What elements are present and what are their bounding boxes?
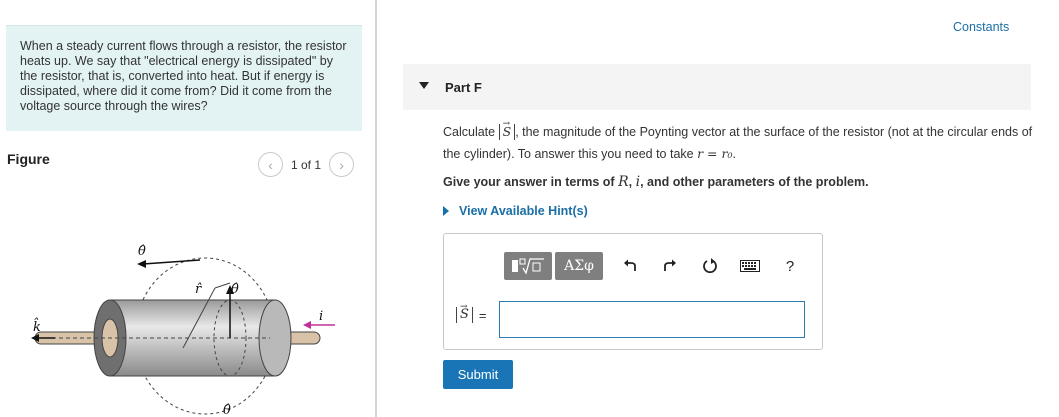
- view-hints-link[interactable]: View Available Hint(s): [443, 204, 588, 218]
- answer-instruction: Give your answer in terms of R, i, and o…: [443, 174, 869, 190]
- label-k-hat: k̂: [33, 317, 41, 335]
- chevron-left-icon: ‹: [268, 156, 273, 173]
- submit-button[interactable]: Submit: [443, 360, 513, 389]
- label-theta-mid: θ̂: [231, 282, 239, 297]
- vector-arrow-icon: →: [502, 119, 511, 129]
- reset-icon: [703, 258, 717, 274]
- answer-symbol: → S: [456, 302, 473, 323]
- intro-text-box: When a steady current flows through a re…: [6, 25, 362, 131]
- answer-input[interactable]: [499, 301, 805, 338]
- label-theta-top: θ̂: [138, 244, 146, 259]
- part-title: Part F: [445, 80, 482, 95]
- keyboard-button[interactable]: [737, 252, 763, 280]
- poynting-magnitude-symbol: → S: [498, 119, 516, 140]
- vector-arrow-icon: →: [460, 302, 468, 312]
- resistor-figure: θ̂ r̂ θ̂ k̂ i θ̂: [31, 244, 335, 417]
- greek-symbols-button[interactable]: ΑΣφ: [555, 252, 603, 280]
- template-sqrt-icon: [512, 258, 544, 275]
- question-pre: Calculate: [443, 125, 496, 139]
- undo-button[interactable]: [617, 252, 643, 280]
- column-divider: [375, 0, 377, 417]
- redo-button[interactable]: [657, 252, 683, 280]
- keyboard-icon: [740, 260, 760, 272]
- left-panel: When a steady current flows through a re…: [0, 0, 375, 417]
- next-figure-button[interactable]: ›: [329, 152, 355, 177]
- intro-text: When a steady current flows through a re…: [20, 39, 347, 113]
- part-header[interactable]: Part F: [403, 64, 1031, 110]
- prev-figure-button[interactable]: ‹: [258, 152, 283, 177]
- question-text: Calculate → S, the magnitude of the Poynt…: [443, 119, 1033, 165]
- reset-button[interactable]: [697, 252, 723, 280]
- help-button[interactable]: ?: [777, 252, 803, 280]
- collapse-caret-icon: [419, 82, 429, 89]
- label-theta-bottom: θ̂: [223, 403, 231, 417]
- var-R: R: [618, 174, 629, 190]
- question-body: , the magnitude of the Poynting vector a…: [443, 125, 1033, 161]
- radius-condition: r = r₀: [697, 146, 733, 161]
- constants-link[interactable]: Constants: [953, 20, 1009, 34]
- answer-label: → S =: [456, 302, 487, 323]
- label-r-hat: r̂: [195, 282, 203, 297]
- redo-icon: [664, 259, 676, 271]
- figure-pager: ‹ 1 of 1 ›: [258, 152, 355, 177]
- figure-label: Figure: [7, 151, 50, 167]
- templates-button[interactable]: [504, 252, 552, 280]
- page-root: When a steady current flows through a re…: [0, 0, 1059, 417]
- chevron-right-icon: ›: [339, 156, 344, 173]
- undo-icon: [624, 259, 636, 271]
- label-current: i: [319, 309, 323, 324]
- pager-text: 1 of 1: [291, 157, 322, 172]
- answer-box: ΑΣφ ? → S =: [443, 233, 823, 350]
- expand-caret-icon: [443, 206, 449, 216]
- math-toolbar: ΑΣφ ?: [504, 252, 803, 280]
